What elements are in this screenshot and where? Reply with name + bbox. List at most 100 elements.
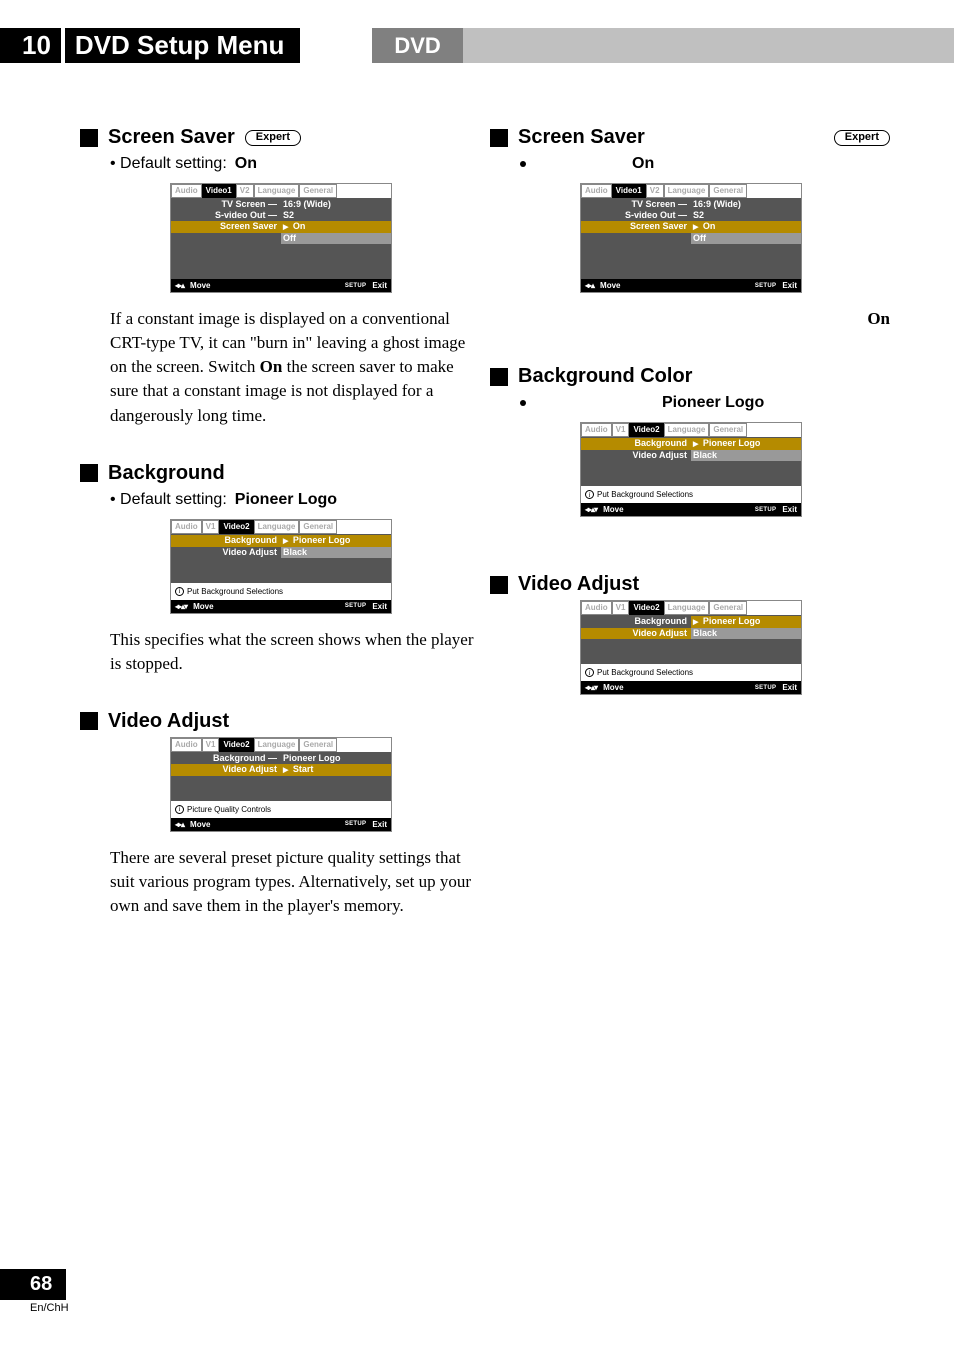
section-marker-icon <box>80 712 98 730</box>
osd-foot-setup: SETUP <box>345 821 367 827</box>
arrows-icon: ◂▸▴ <box>175 281 184 290</box>
osd-row-label: Video Adjust <box>581 628 691 639</box>
osd-foot-exit: Exit <box>372 820 387 829</box>
osd-row-label: Screen Saver <box>581 221 691 233</box>
expert-badge: Expert <box>834 130 890 146</box>
chapter-title: DVD Setup Menu <box>65 28 300 63</box>
osd-foot-setup: SETUP <box>755 283 777 289</box>
section-title: Video Adjust <box>518 573 639 596</box>
osd-row-label: TV Screen — <box>581 199 691 210</box>
osd-row-label: Video Adjust <box>171 547 281 558</box>
header-gap <box>300 28 372 63</box>
section-screen-saver-left: Screen Saver Expert • Default setting: O… <box>80 126 480 428</box>
section-marker-icon <box>490 129 508 147</box>
osd-tab: Language <box>254 520 300 534</box>
osd-foot-move: Move <box>603 683 623 692</box>
default-label: • Default setting: <box>110 155 227 173</box>
section-title: Screen Saver <box>108 126 235 149</box>
osd-video-adjust-right: AudioV1Video2LanguageGeneralBackground▶ … <box>580 600 802 695</box>
body-background-left: This specifies what the screen shows whe… <box>110 628 480 676</box>
osd-tab: Video2 <box>629 601 663 615</box>
right-column: Screen Saver Expert On AudioVideo1V2Lang… <box>490 126 890 709</box>
default-label: • Default setting: <box>110 491 227 509</box>
section-background-left: Background • Default setting: Pioneer Lo… <box>80 462 480 676</box>
osd-row-value: Black <box>281 547 391 558</box>
osd-footer: ◂▸▴▾MoveSETUPExit <box>581 503 801 516</box>
osd-tab: Audio <box>581 423 612 437</box>
osd-footer: ◂▸▴▾ Move SETUP Exit <box>581 681 801 694</box>
osd-foot-move: Move <box>603 505 623 514</box>
page-footer: 68 En/ChH <box>0 1269 69 1314</box>
osd-foot-move: Move <box>193 602 213 611</box>
osd-tab: Language <box>664 423 710 437</box>
section-title: Screen Saver <box>518 126 645 149</box>
osd-row-label: S-video Out — <box>171 210 281 221</box>
osd-row-value: 16:9 (Wide) <box>691 199 801 210</box>
osd-row-value: ▶ Pioneer Logo <box>691 616 801 628</box>
section-title: Background <box>108 462 225 485</box>
osd-tab: V1 <box>612 601 630 615</box>
header-dvd-tag: DVD <box>372 28 462 63</box>
page-header: 10 DVD Setup Menu DVD <box>0 28 954 63</box>
section-marker-icon <box>490 368 508 386</box>
left-column: Screen Saver Expert • Default setting: O… <box>80 126 480 952</box>
arrows-icon: ◂▸▴▾ <box>175 602 187 611</box>
osd-note: iPut Background Selections <box>581 486 801 503</box>
section-background-right: Background Color Pioneer Logo AudioV1Vid… <box>490 365 890 517</box>
arrows-icon: ◂▸▴▾ <box>585 505 597 514</box>
osd-tab: V2 <box>236 184 254 198</box>
osd-tab: Video1 <box>202 184 236 198</box>
bullet-icon <box>520 161 526 167</box>
osd-row-value: Black <box>691 450 801 461</box>
osd-row-value: S2 <box>691 210 801 221</box>
default-value: On <box>632 155 654 173</box>
info-icon: i <box>175 587 184 596</box>
osd-tab: V2 <box>646 184 664 198</box>
osd-row-value: Off <box>281 233 391 244</box>
info-icon: i <box>585 490 594 499</box>
osd-row-value: ▶ Pioneer Logo <box>281 535 391 547</box>
osd-footer: ◂▸▴MoveSETUPExit <box>171 279 391 292</box>
osd-row-value: ▶ Start <box>281 764 391 776</box>
osd-tab: V1 <box>202 520 220 534</box>
osd-row-value: Pioneer Logo <box>281 753 391 764</box>
section-title: Background Color <box>518 365 692 388</box>
arrows-icon: ◂▸▴▾ <box>585 683 597 692</box>
body-screen-saver-left: If a constant image is displayed on a co… <box>110 307 480 428</box>
osd-foot-setup: SETUP <box>755 685 777 691</box>
default-value: Pioneer Logo <box>662 394 764 412</box>
chapter-number: 10 <box>0 28 61 63</box>
expert-badge: Expert <box>245 130 301 146</box>
body-video-adjust-left: There are several preset picture quality… <box>110 846 480 918</box>
osd-foot-move: Move <box>190 820 210 829</box>
bullet-icon <box>520 400 526 406</box>
osd-foot-setup: SETUP <box>345 603 367 609</box>
osd-row-label: Background <box>581 438 691 450</box>
osd-row-value: ▶ Pioneer Logo <box>691 438 801 450</box>
osd-foot-exit: Exit <box>782 683 797 692</box>
arrows-icon: ◂▸▴ <box>175 820 184 829</box>
osd-foot-exit: Exit <box>782 505 797 514</box>
osd-foot-exit: Exit <box>372 602 387 611</box>
osd-footer: ◂▸▴MoveSETUPExit <box>581 279 801 292</box>
osd-foot-move: Move <box>600 281 620 290</box>
osd-tab: General <box>299 520 337 534</box>
osd-tab: Language <box>664 184 710 198</box>
osd-foot-exit: Exit <box>372 281 387 290</box>
osd-footer: ◂▸▴ Move SETUP Exit <box>171 818 391 831</box>
page-number: 68 <box>0 1269 66 1300</box>
osd-foot-exit: Exit <box>782 281 797 290</box>
osd-tab: Video2 <box>219 738 253 752</box>
osd-row-label: Background — <box>171 753 281 764</box>
osd-row-value: ▶ On <box>281 221 391 233</box>
osd-row-label: Video Adjust <box>171 764 281 776</box>
section-video-adjust-left: Video Adjust AudioV1Video2LanguageGenera… <box>80 710 480 918</box>
osd-row-label: Screen Saver <box>171 221 281 233</box>
osd-tab: Language <box>254 738 300 752</box>
osd-tab: General <box>709 601 747 615</box>
osd-tab: Audio <box>171 184 202 198</box>
osd-footer: ◂▸▴▾ Move SETUP Exit <box>171 600 391 613</box>
osd-row-label: Background <box>171 535 281 547</box>
osd-tab: Video2 <box>219 520 253 534</box>
osd-tab: Language <box>254 184 300 198</box>
